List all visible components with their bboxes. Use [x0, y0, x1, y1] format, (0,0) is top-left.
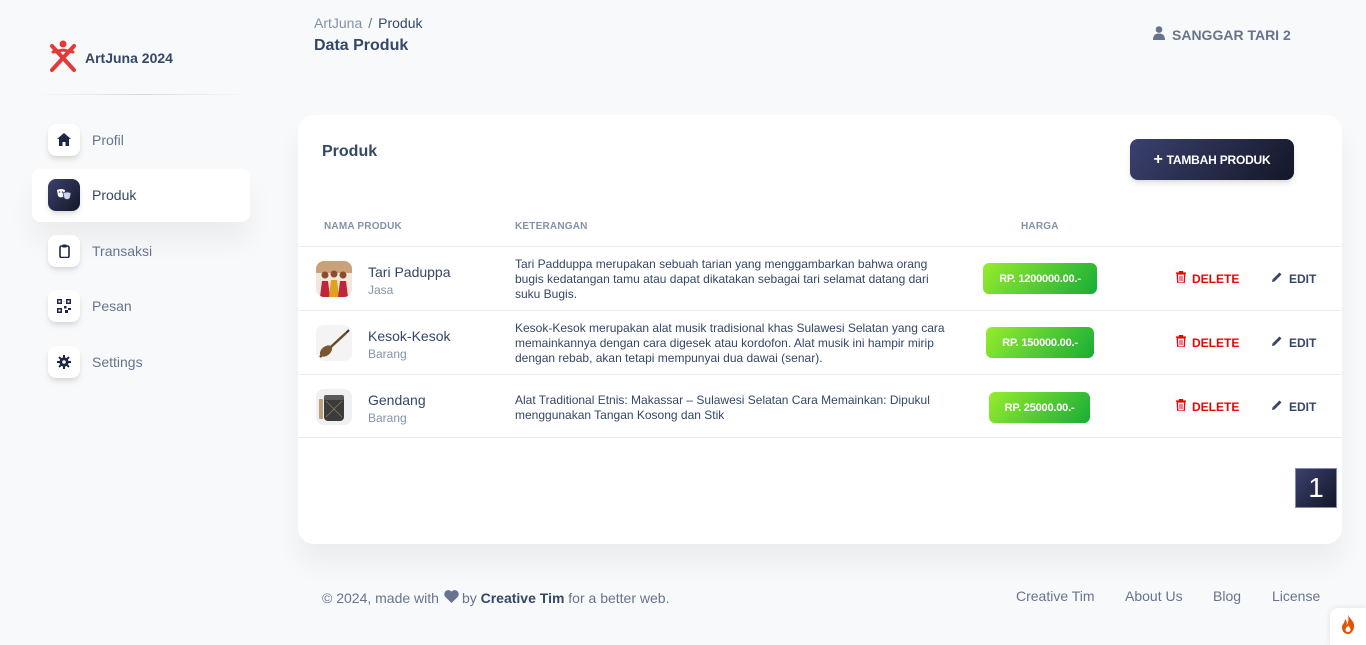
trash-icon [1176, 271, 1192, 286]
table-row: Gendang Barang Alat Traditional Etnis: M… [298, 374, 1342, 438]
footer-author-link[interactable]: Creative Tim [481, 590, 565, 606]
sidebar-item-label: Settings [92, 353, 143, 370]
sidebar: ArtJuna 2024 Profil Produk Transaksi Pes… [0, 0, 282, 645]
product-description: Kesok-Kesok merupakan alat musik tradisi… [515, 321, 945, 365]
brand[interactable]: ArtJuna 2024 [48, 38, 173, 77]
delete-button[interactable]: DELETE [1176, 271, 1239, 286]
footer-link-blog[interactable]: Blog [1213, 588, 1241, 604]
products-card: Produk + TAMBAH PRODUK NAMA PRODUK KETER… [298, 115, 1342, 544]
product-thumbnail [316, 389, 352, 425]
breadcrumb-separator: / [368, 15, 373, 31]
breadcrumb-current: Produk [378, 15, 423, 31]
trash-icon [1176, 335, 1192, 350]
copyright-by: by [461, 590, 477, 606]
plus-icon: + [1153, 150, 1163, 168]
qr-icon [48, 290, 80, 322]
pencil-icon [1271, 399, 1289, 414]
footer-link-license[interactable]: License [1272, 588, 1320, 604]
page-title: Data Produk [314, 37, 409, 54]
delete-label: DELETE [1192, 271, 1240, 286]
footer-link-about-us[interactable]: About Us [1125, 588, 1183, 604]
edit-label: EDIT [1289, 335, 1317, 350]
column-header-name: NAMA PRODUK [324, 221, 402, 232]
card-title: Produk [322, 143, 378, 160]
user-icon [1153, 26, 1172, 43]
home-icon [48, 123, 80, 156]
pencil-icon [1271, 271, 1289, 286]
price-badge: RP. 25000.00.- [989, 392, 1090, 423]
column-header-price: HARGA [1021, 221, 1059, 232]
delete-button[interactable]: DELETE [1176, 399, 1239, 414]
clipboard-icon [48, 234, 80, 267]
sidebar-nav: Profil Produk Transaksi Pesan Settings [32, 113, 250, 391]
heart-icon [444, 590, 459, 606]
product-type: Jasa [368, 283, 394, 297]
product-type: Barang [368, 411, 407, 425]
product-thumbnail [316, 261, 352, 297]
product-name: Tari Paduppa [368, 264, 451, 280]
sidebar-item-produk[interactable]: Produk [32, 168, 250, 222]
table-row: Kesok-Kesok Barang Kesok-Kesok merupakan… [298, 310, 1342, 374]
sidebar-item-label: Pesan [92, 298, 132, 314]
flame-icon [1340, 614, 1356, 639]
table-row: Tari Paduppa Jasa Tari Padduppa merupaka… [298, 246, 1342, 310]
sidebar-divider [32, 94, 250, 95]
sidebar-item-profil[interactable]: Profil [32, 113, 250, 166]
brand-logo-icon [48, 38, 78, 77]
footer-copyright: © 2024, made with by Creative Tim for a … [322, 590, 669, 606]
sidebar-item-label: Transaksi [92, 242, 153, 259]
pagination-page-1[interactable]: 1 [1295, 468, 1337, 508]
trash-icon [1176, 399, 1192, 414]
gear-icon [48, 345, 80, 378]
product-type: Barang [368, 347, 407, 361]
user-menu[interactable]: SANGGAR TARI 2 [1153, 26, 1291, 43]
sidebar-item-transaksi[interactable]: Transaksi [32, 224, 250, 277]
product-name: Kesok-Kesok [368, 328, 451, 344]
sidebar-item-label: Profil [92, 131, 124, 148]
add-product-label: TAMBAH PRODUK [1166, 152, 1271, 167]
price-badge: RP. 150000.00.- [986, 327, 1094, 358]
product-thumbnail [316, 325, 352, 361]
brand-name: ArtJuna 2024 [85, 49, 173, 66]
delete-button[interactable]: DELETE [1176, 335, 1239, 350]
user-name: SANGGAR TARI 2 [1172, 26, 1291, 43]
edit-button[interactable]: EDIT [1271, 271, 1316, 286]
breadcrumb: ArtJuna / Produk [314, 15, 423, 31]
column-header-description: KETERANGAN [515, 221, 588, 232]
masks-icon [48, 179, 80, 211]
product-description: Alat Traditional Etnis: Makassar – Sulaw… [515, 393, 930, 422]
edit-label: EDIT [1289, 399, 1317, 414]
product-name: Gendang [368, 392, 426, 408]
footer-link-creative-tim[interactable]: Creative Tim [1016, 588, 1095, 604]
fixed-plugin-button[interactable] [1330, 608, 1366, 645]
edit-button[interactable]: EDIT [1271, 399, 1316, 414]
delete-label: DELETE [1192, 335, 1240, 350]
copyright-suffix: for a better web. [568, 590, 670, 606]
add-product-button[interactable]: + TAMBAH PRODUK [1130, 139, 1294, 180]
price-badge: RP. 1200000.00.- [983, 263, 1097, 294]
sidebar-item-settings[interactable]: Settings [32, 335, 250, 388]
product-description: Tari Padduppa merupakan sebuah tarian ya… [515, 257, 929, 301]
pencil-icon [1271, 335, 1289, 350]
edit-label: EDIT [1289, 271, 1317, 286]
edit-button[interactable]: EDIT [1271, 335, 1316, 350]
delete-label: DELETE [1192, 399, 1240, 414]
copyright-prefix: © 2024, made with [322, 590, 439, 606]
breadcrumb-root[interactable]: ArtJuna [314, 15, 362, 31]
sidebar-item-pesan[interactable]: Pesan [32, 280, 250, 333]
sidebar-item-label: Produk [92, 187, 137, 203]
